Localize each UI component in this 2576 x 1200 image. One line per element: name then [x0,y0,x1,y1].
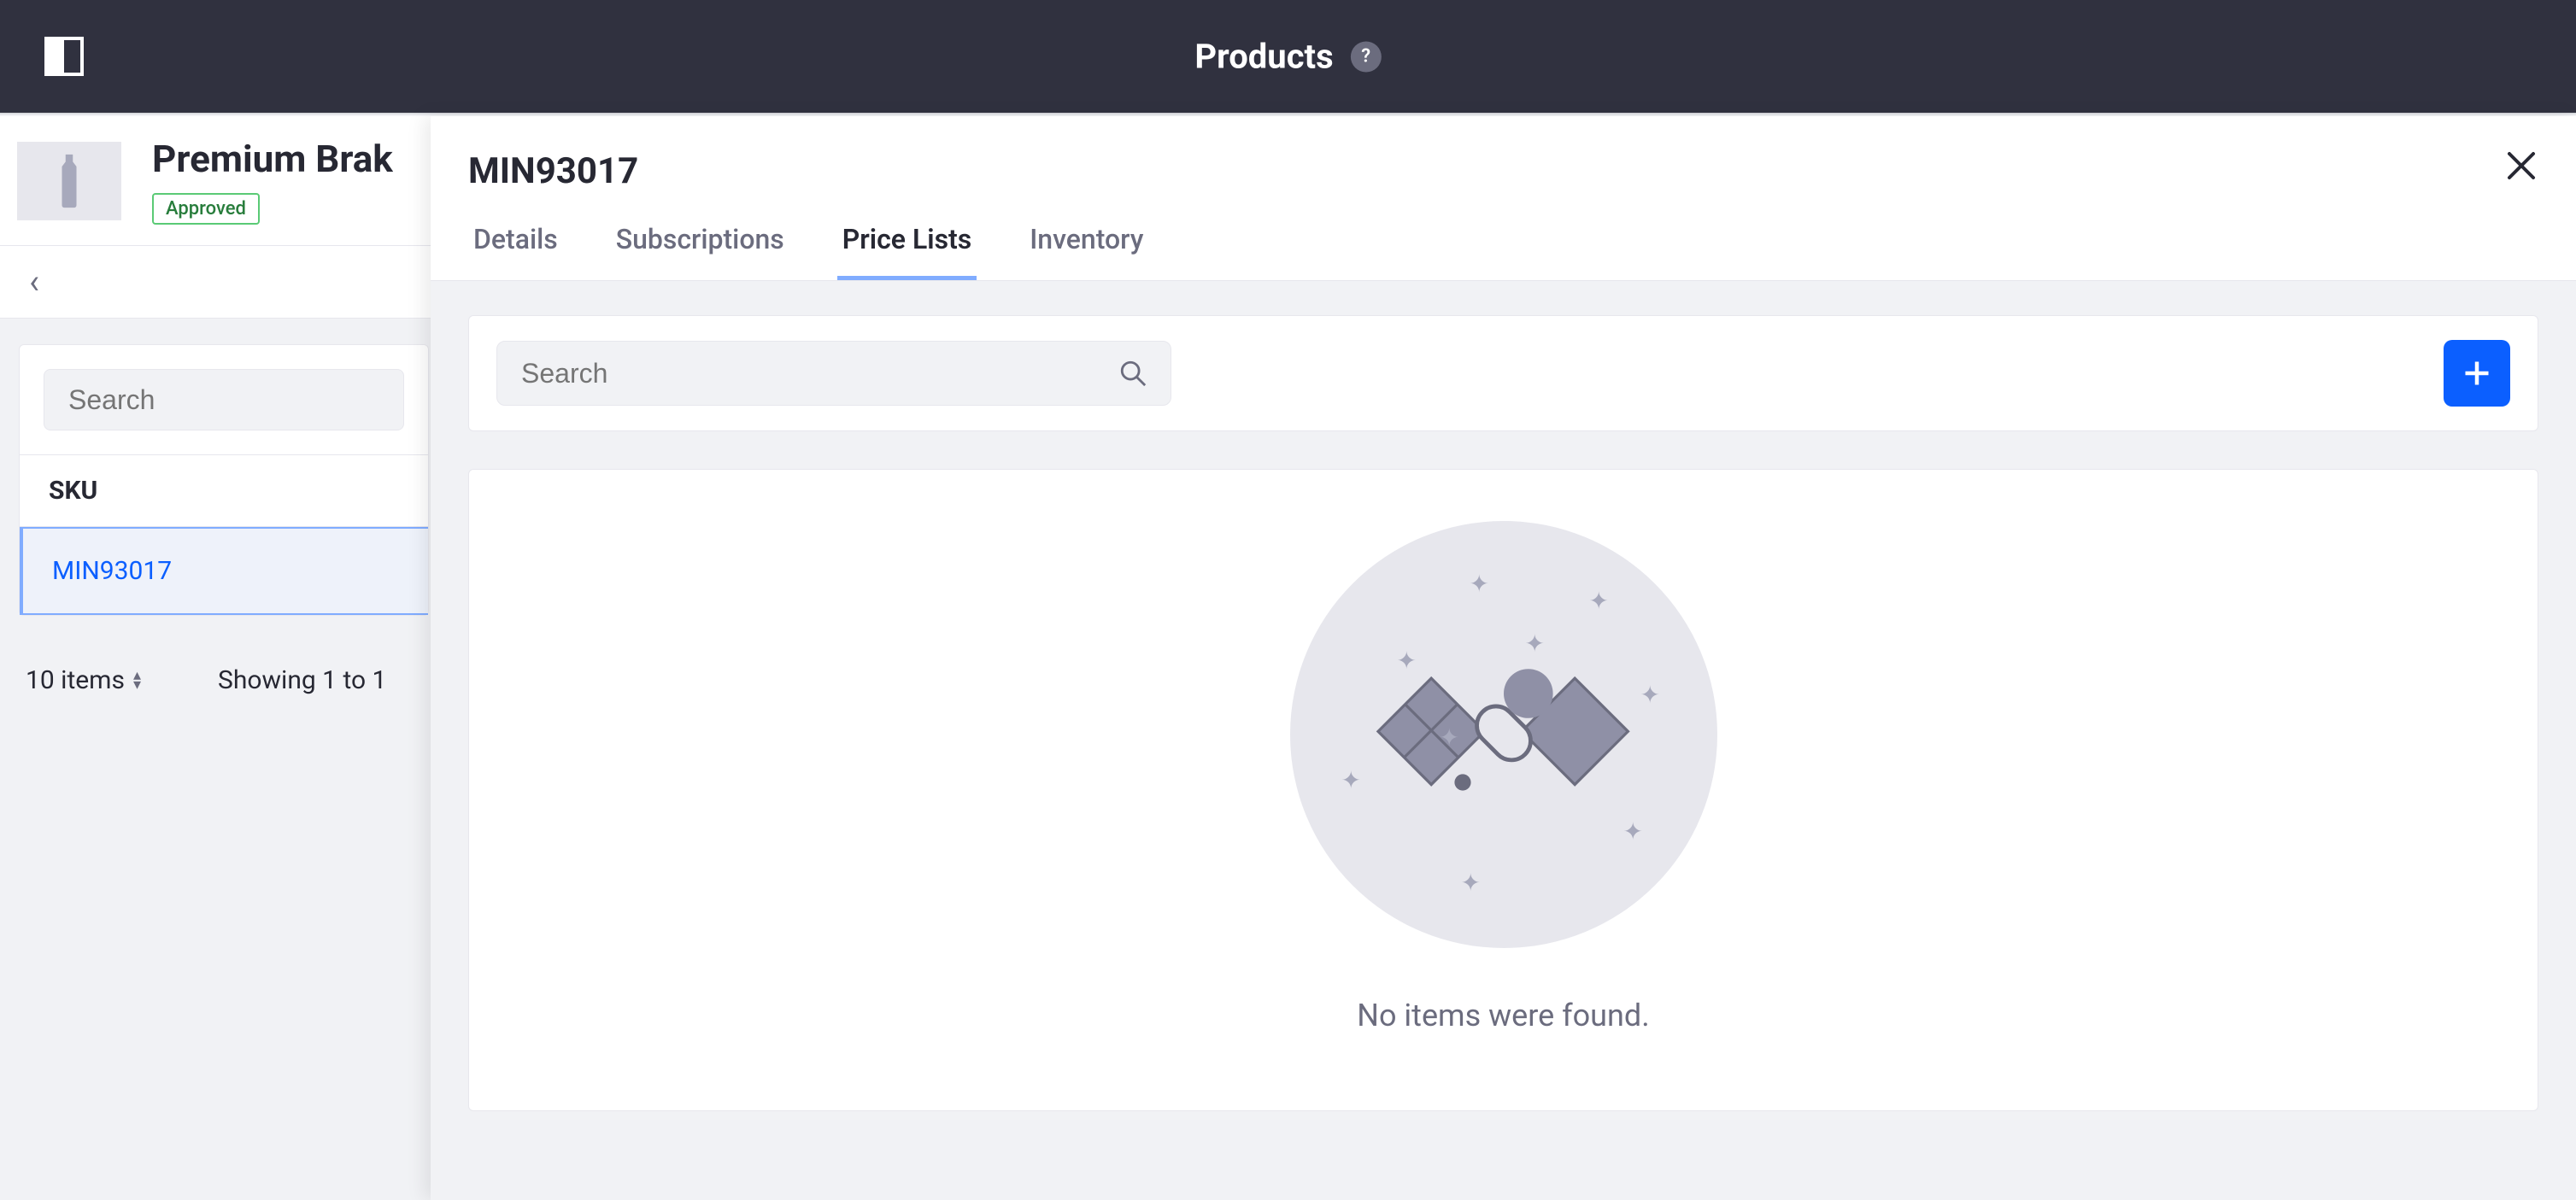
table-column-header[interactable]: SKU [20,454,428,527]
tab-inventory[interactable]: Inventory [1024,223,1148,280]
search-icon [1118,359,1147,388]
product-name: Premium Brak [152,137,393,181]
panel-toggle-icon[interactable] [44,37,84,76]
sku-link[interactable]: MIN93017 [52,556,172,586]
sort-icon[interactable]: ▴▾ [133,671,141,690]
sku-table-panel: SKU MIN93017 [19,344,429,616]
toolbar-card [468,315,2538,431]
items-count-label[interactable]: 10 items [26,665,125,695]
plus-icon [2462,358,2492,389]
tab-details[interactable]: Details [468,223,563,280]
help-icon[interactable]: ? [1351,41,1382,72]
page-title: Products [1194,37,1333,77]
empty-state-illustration: ✦ ✦ ✦ ✦ ✦ ✦ ✦ ✦ ✦ [1290,521,1717,948]
tab-subscriptions[interactable]: Subscriptions [611,223,789,280]
detail-drawer: MIN93017 Details Subscriptions Price Lis… [431,116,2576,1200]
product-thumbnail [17,142,121,220]
showing-range-label: Showing 1 to 1 [218,665,386,695]
add-button[interactable] [2444,340,2510,407]
app-topbar: Products ? [0,0,2576,114]
bottle-icon [55,151,84,211]
satellite-icon [1367,598,1640,871]
table-row[interactable]: MIN93017 [20,527,428,615]
search-input[interactable] [496,341,1171,406]
drawer-title: MIN93017 [468,150,2525,192]
empty-state: ✦ ✦ ✦ ✦ ✦ ✦ ✦ ✦ ✦ [468,469,2538,1111]
back-chevron-icon[interactable]: ‹ [29,265,39,299]
sku-search-input[interactable] [44,369,404,430]
empty-state-text: No items were found. [1357,998,1649,1033]
drawer-tabs: Details Subscriptions Price Lists Invent… [468,223,2525,280]
tab-price-lists[interactable]: Price Lists [837,223,977,280]
status-badge: Approved [152,193,260,225]
close-icon[interactable] [2504,149,2538,190]
